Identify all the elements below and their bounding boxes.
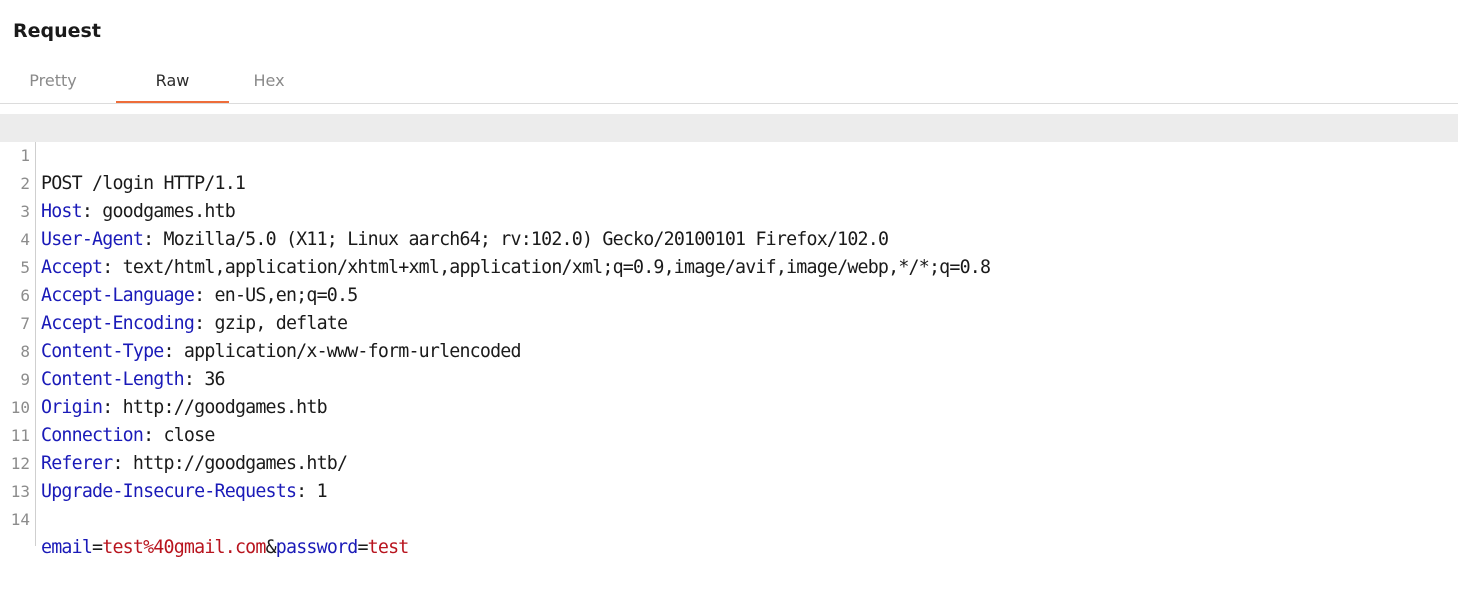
- raw-request-editor[interactable]: 1 POST /login HTTP/1.1 2 Host: goodgames…: [0, 114, 1458, 558]
- tab-raw[interactable]: Raw: [116, 64, 229, 102]
- editor-line: 10 Connection: close: [0, 366, 1458, 446]
- tab-pretty[interactable]: Pretty: [10, 64, 96, 102]
- panel-title: Request: [13, 20, 101, 42]
- editor-line: 3 User-Agent: Mozilla/5.0 (X11; Linux aa…: [0, 170, 1458, 250]
- view-tabs: Pretty Raw Hex: [0, 64, 1458, 104]
- param-equals: =: [357, 537, 368, 558]
- line-number: 14: [10, 510, 30, 529]
- tab-hex[interactable]: Hex: [240, 64, 298, 102]
- editor-line: 1 POST /login HTTP/1.1: [0, 114, 1458, 194]
- tabs-divider: [0, 103, 1458, 104]
- param-value: test: [367, 537, 410, 558]
- editor-line: 7 Content-Type: application/x-www-form-u…: [0, 282, 1458, 362]
- editor-line: 13: [0, 450, 1458, 501]
- param-equals: =: [92, 537, 103, 558]
- editor-line: 8 Content-Length: 36: [0, 310, 1458, 390]
- param-name: password: [275, 537, 358, 558]
- editor-line: 4 Accept: text/html,application/xhtml+xm…: [0, 198, 1458, 278]
- param-ampersand: &: [265, 537, 277, 558]
- editor-line: 11 Referer: http://goodgames.htb/: [0, 394, 1458, 474]
- editor-line: 6 Accept-Encoding: gzip, deflate: [0, 254, 1458, 334]
- param-value: test%40gmail.com: [102, 537, 266, 558]
- editor-line: 14 email=test%40gmail.com&password=test: [0, 478, 1458, 558]
- editor-line: 5 Accept-Language: en-US,en;q=0.5: [0, 226, 1458, 306]
- param-name: email: [41, 537, 93, 558]
- request-body: email=test%40gmail.com&password=test: [41, 534, 409, 562]
- editor-line: 9 Origin: http://goodgames.htb: [0, 338, 1458, 418]
- editor-line: 2 Host: goodgames.htb: [0, 142, 1458, 222]
- editor-line: 12 Upgrade-Insecure-Requests: 1: [0, 422, 1458, 502]
